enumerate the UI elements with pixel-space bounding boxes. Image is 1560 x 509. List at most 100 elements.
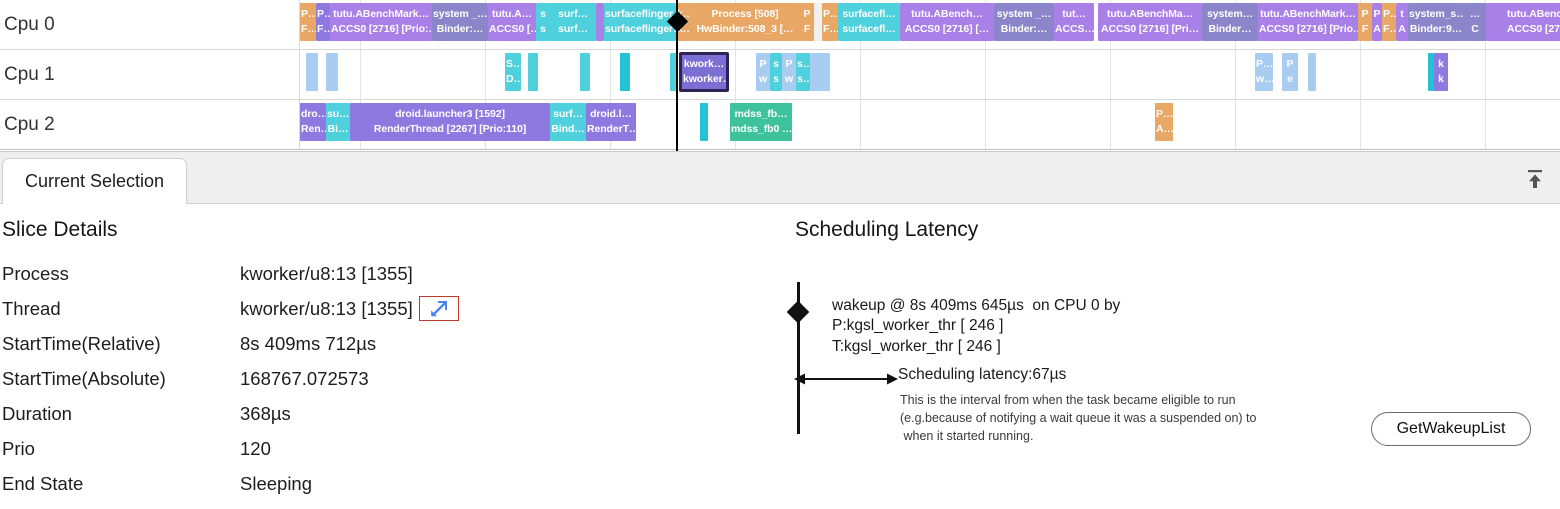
timeline-slice[interactable]: [596, 3, 604, 41]
timeline-slice[interactable]: s… s…: [796, 53, 810, 91]
slice-label-line2: ACCS…: [1055, 23, 1094, 35]
slice-label-line1: S…: [506, 58, 521, 71]
slice-label-line2: Bind…: [551, 123, 585, 135]
timeline-slice[interactable]: Pe: [1282, 53, 1298, 91]
timeline-slice[interactable]: surf… Bind…: [550, 103, 586, 141]
timeline-slice[interactable]: system _… Binder:…: [994, 3, 1054, 41]
slice-label-line1: P: [785, 58, 793, 71]
timeline-slice[interactable]: tutu.ABenchMark… ACCS0 [2716] [Prio…: [1258, 3, 1358, 41]
timeline-slice[interactable]: kk: [1434, 53, 1448, 91]
timeline-slice[interactable]: droid.launcher3 [1592] RenderThread [2267…: [350, 103, 550, 141]
timeline-gridline: [1485, 100, 1486, 149]
timeline-slice[interactable]: tutu.A… ACCS0 […: [488, 3, 536, 41]
timeline-slice[interactable]: ss: [536, 3, 550, 41]
slice-label-line1: s: [540, 8, 546, 21]
slice-label-line1: Process [508]: [711, 8, 779, 21]
timeline-slice[interactable]: Pw: [782, 53, 796, 91]
timeline-slice[interactable]: [814, 3, 822, 41]
timeline-slice[interactable]: system… Binder…: [1202, 3, 1258, 41]
slice-details-heading: Slice Details: [2, 218, 118, 241]
timeline-slice[interactable]: tutu.ABenchMark… ACCS0 [2716] [Prio:…: [330, 3, 432, 41]
slice-label-line1: P: [1373, 8, 1381, 21]
slice-label-line1: tutu.A…: [491, 8, 533, 21]
timeline-slice[interactable]: Pw: [756, 53, 770, 91]
timeline-slice[interactable]: droid.l… RenderT…: [586, 103, 636, 141]
cpu-track-lane[interactable]: dro… Ren…su… Bi… droid.launcher3 [1592] Rend…: [300, 100, 1560, 149]
timeline-slice[interactable]: tutu.ABench… ACCS0 [2716] […: [900, 3, 994, 41]
timeline-slice[interactable]: [326, 53, 338, 91]
timeline-slice[interactable]: [620, 53, 630, 91]
slice-label-line1: droid.launcher3 [1592]: [395, 108, 505, 121]
timeline-slice[interactable]: tut… ACCS…: [1054, 3, 1094, 41]
timeline-panel[interactable]: Cpu 0P…F…P…F…tutu.ABenchMark…ACCS0 [2716…: [0, 0, 1560, 152]
slice-label-line2: F: [803, 23, 811, 35]
timeline-slice[interactable]: P… A…: [1155, 103, 1173, 141]
timeline-slice[interactable]: surfaceflinger… surfaceflinger…: [604, 3, 676, 41]
detail-row: StartTime(Absolute) 168767.072573: [2, 361, 762, 396]
slice-label-line2: ACCS0 [2716] [Pri…: [1101, 23, 1199, 35]
slice-label-line2: Binder:…: [1000, 23, 1048, 35]
cpu-track-row[interactable]: Cpu 2dro…Ren…su…Bi…droid.launcher3 [1592…: [0, 100, 1560, 150]
slice-label-line2: s: [540, 23, 546, 35]
timeline-slice[interactable]: [1308, 53, 1316, 91]
timeline-slice[interactable]: [580, 53, 590, 91]
slice-label-line1: P…: [1156, 108, 1173, 121]
cpu-track-row[interactable]: Cpu 0P…F…P…F…tutu.ABenchMark…ACCS0 [2716…: [0, 0, 1560, 50]
slice-label-line2: w: [758, 73, 768, 85]
slice-label-line2: F…: [301, 23, 316, 35]
timeline-slice[interactable]: kwork… kworker…: [680, 53, 728, 91]
slice-label-line2: surfaceflinger…: [605, 23, 676, 35]
timeline-slice[interactable]: surf… surf…: [550, 3, 596, 41]
cpu-track-label: Cpu 1: [0, 50, 300, 99]
timeline-slice[interactable]: system_s… Binder:9…: [1408, 3, 1464, 41]
timeline-slice[interactable]: dro… Ren…: [300, 103, 326, 141]
cpu-track-row[interactable]: Cpu 1S…D…kwork…kworker…PwssPws…s…P…w…Pek…: [0, 50, 1560, 100]
slice-label-line2: ACCS0 […: [489, 23, 536, 35]
timeline-slice[interactable]: PF: [1358, 3, 1372, 41]
detail-key: Duration: [2, 402, 72, 424]
timeline-slice[interactable]: PA: [1372, 3, 1382, 41]
get-wakeup-list-button[interactable]: GetWakeupList: [1371, 412, 1531, 446]
timeline-slice[interactable]: Process [508] HwBinder:508_3 […: [690, 3, 800, 41]
slice-label-line2: s…: [797, 73, 810, 85]
timeline-slice[interactable]: P… w…: [1255, 53, 1273, 91]
timeline-slice[interactable]: [700, 103, 708, 141]
timeline-slice[interactable]: mdss_fb… mdss_fb0 …: [730, 103, 792, 141]
detail-key: Process: [2, 262, 69, 284]
slice-label-line1: P: [759, 58, 767, 71]
slice-label-line2: ACCS0 [2716] [Prio:…: [331, 23, 432, 35]
timeline-slice[interactable]: tutu.ABenchMark [2519] ACCS0 [2716] [Prio…: [1486, 3, 1560, 41]
timeline-slice[interactable]: P… F…: [822, 3, 838, 41]
timeline-gridline: [1485, 50, 1486, 99]
slice-details-table: Process kworker/u8:13 [1355] Thread kworker…: [2, 256, 762, 501]
slice-label-line2: F…: [1383, 23, 1396, 35]
timeline-slice[interactable]: tA: [1396, 3, 1408, 41]
timeline-slice[interactable]: P… F…: [316, 3, 330, 41]
tab-current-selection[interactable]: Current Selection: [2, 158, 188, 204]
cpu-track-label: Cpu 2: [0, 100, 300, 149]
collapse-up-icon[interactable]: [1520, 164, 1550, 194]
detail-value-cell: 368µs: [240, 403, 291, 425]
timeline-slice[interactable]: system _… Binder:…: [432, 3, 488, 41]
timeline-gridline: [610, 50, 611, 99]
timeline-slice[interactable]: surfacefl… surfacefl…: [838, 3, 900, 41]
timeline-slice[interactable]: S… D…: [505, 53, 521, 91]
cpu-track-lane[interactable]: P…F…P…F…tutu.ABenchMark…ACCS0 [2716] [Pr…: [300, 0, 1560, 49]
timeline-slice[interactable]: ss: [770, 53, 782, 91]
cpu-track-lane[interactable]: S…D…kwork…kworker…PwssPws…s…P…w…Pekk: [300, 50, 1560, 99]
timeline-slice[interactable]: [528, 53, 538, 91]
slice-label-line1: tutu.ABenchMark [2519]: [1507, 8, 1560, 21]
details-panel: Slice Details Process kworker/u8:13 [1355…: [0, 204, 1560, 509]
timeline-slice[interactable]: su… Bi…: [326, 103, 350, 141]
timeline-slice[interactable]: [306, 53, 318, 91]
timeline-slice[interactable]: P… F…: [1382, 3, 1396, 41]
timeline-slice[interactable]: tutu.ABenchMa… ACCS0 [2716] [Pri…: [1098, 3, 1202, 41]
detail-value-cell: 8s 409ms 712µs: [240, 333, 376, 355]
timeline-slice[interactable]: PF: [800, 3, 814, 41]
slice-label-line1: surfaceflinger…: [605, 8, 676, 21]
timeline-slice[interactable]: P… F…: [300, 3, 316, 41]
timeline-slice[interactable]: [810, 53, 830, 91]
detail-value-cell: kworker/u8:13 [1355]: [240, 263, 413, 285]
timeline-slice[interactable]: … C: [1464, 3, 1486, 41]
goto-arrow-icon[interactable]: [418, 296, 459, 321]
